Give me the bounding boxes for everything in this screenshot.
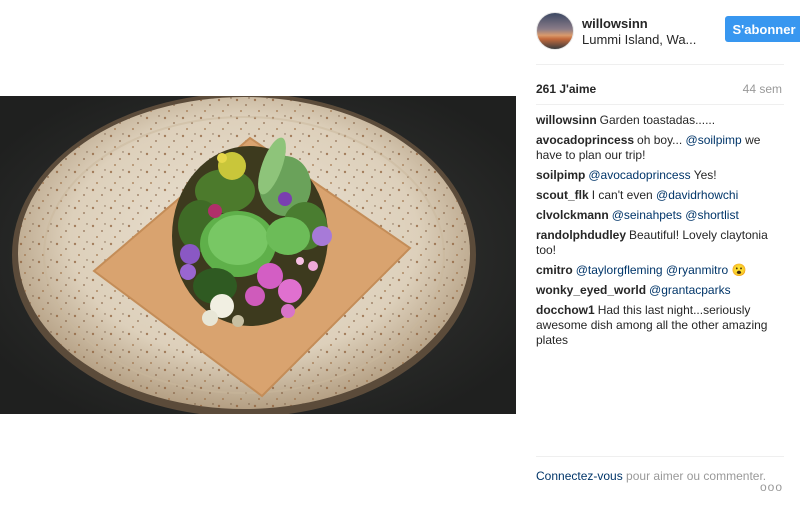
- login-link[interactable]: Connectez-vous: [536, 469, 623, 483]
- post-timestamp[interactable]: 44 sem: [743, 82, 782, 96]
- comment-username[interactable]: randolphdudley: [536, 228, 626, 242]
- comment-mention-link[interactable]: @ryanmitro: [666, 263, 728, 277]
- location-link[interactable]: Lummi Island, Wa...: [582, 32, 696, 47]
- comment-list: willowsinn Garden toastadas...... avocadop…: [536, 113, 784, 353]
- post-photo[interactable]: [0, 96, 516, 414]
- login-prompt-text: pour aimer ou commenter.: [622, 469, 767, 483]
- comment-item: cmitro @taylorgfleming @ryanmitro 😮: [536, 263, 784, 278]
- photo-area: [0, 0, 516, 508]
- follow-button[interactable]: S'abonner: [725, 16, 800, 42]
- likes-divider: [536, 104, 784, 105]
- comment-username[interactable]: willowsinn: [536, 113, 597, 127]
- comment-item: randolphdudley Beautiful! Lovely claytoni…: [536, 228, 784, 258]
- header-username[interactable]: willowsinn: [582, 16, 648, 31]
- comment-item: soilpimp @avocadoprincess Yes!: [536, 168, 784, 183]
- comment-item: clvolckmann @seinahpets @shortlist: [536, 208, 784, 223]
- comment-username[interactable]: clvolckmann: [536, 208, 609, 222]
- comment-mention-link[interactable]: @seinahpets: [612, 208, 682, 222]
- footer-divider: [536, 456, 784, 457]
- food-plate-image: [0, 96, 516, 414]
- likes-count[interactable]: 261 J'aime: [536, 82, 596, 96]
- comment-item: willowsinn Garden toastadas......: [536, 113, 784, 128]
- comment-text: 😮: [728, 263, 747, 277]
- comment-username[interactable]: soilpimp: [536, 168, 585, 182]
- comment-text: oh boy...: [637, 133, 686, 147]
- comment-mention-link[interactable]: @taylorgfleming: [576, 263, 663, 277]
- more-options-icon[interactable]: ooo: [760, 480, 783, 494]
- comment-mention-link[interactable]: @grantacparks: [649, 283, 731, 297]
- comment-text: Yes!: [690, 168, 717, 182]
- comment-item: wonky_eyed_world @grantacparks: [536, 283, 784, 298]
- header-divider: [536, 64, 784, 65]
- comment-item: avocadoprincess oh boy... @soilpimp we ha…: [536, 133, 784, 163]
- comment-username[interactable]: avocadoprincess: [536, 133, 634, 147]
- login-prompt: Connectez-vous pour aimer ou commenter.: [536, 469, 786, 484]
- comment-username[interactable]: cmitro: [536, 263, 573, 277]
- post-header: willowsinn Lummi Island, Wa... S'abonner: [536, 12, 800, 52]
- likes-row: 261 J'aime 44 sem: [536, 82, 784, 96]
- comment-username[interactable]: scout_flk: [536, 188, 589, 202]
- comment-mention-link[interactable]: @avocadoprincess: [588, 168, 690, 182]
- avatar[interactable]: [536, 12, 574, 50]
- comment-username[interactable]: wonky_eyed_world: [536, 283, 646, 297]
- comment-text: Garden toastadas......: [599, 113, 716, 127]
- comment-item: docchow1 Had this last night...seriously …: [536, 303, 784, 348]
- post-sidebar: willowsinn Lummi Island, Wa... S'abonner…: [516, 0, 800, 508]
- comment-mention-link[interactable]: @shortlist: [685, 208, 739, 222]
- comment-item: scout_flk I can't even @davidrhowchi: [536, 188, 784, 203]
- comment-text: I can't even: [591, 188, 657, 202]
- comment-mention-link[interactable]: @davidrhowchi: [656, 188, 738, 202]
- comment-username[interactable]: docchow1: [536, 303, 595, 317]
- comment-mention-link[interactable]: @soilpimp: [686, 133, 742, 147]
